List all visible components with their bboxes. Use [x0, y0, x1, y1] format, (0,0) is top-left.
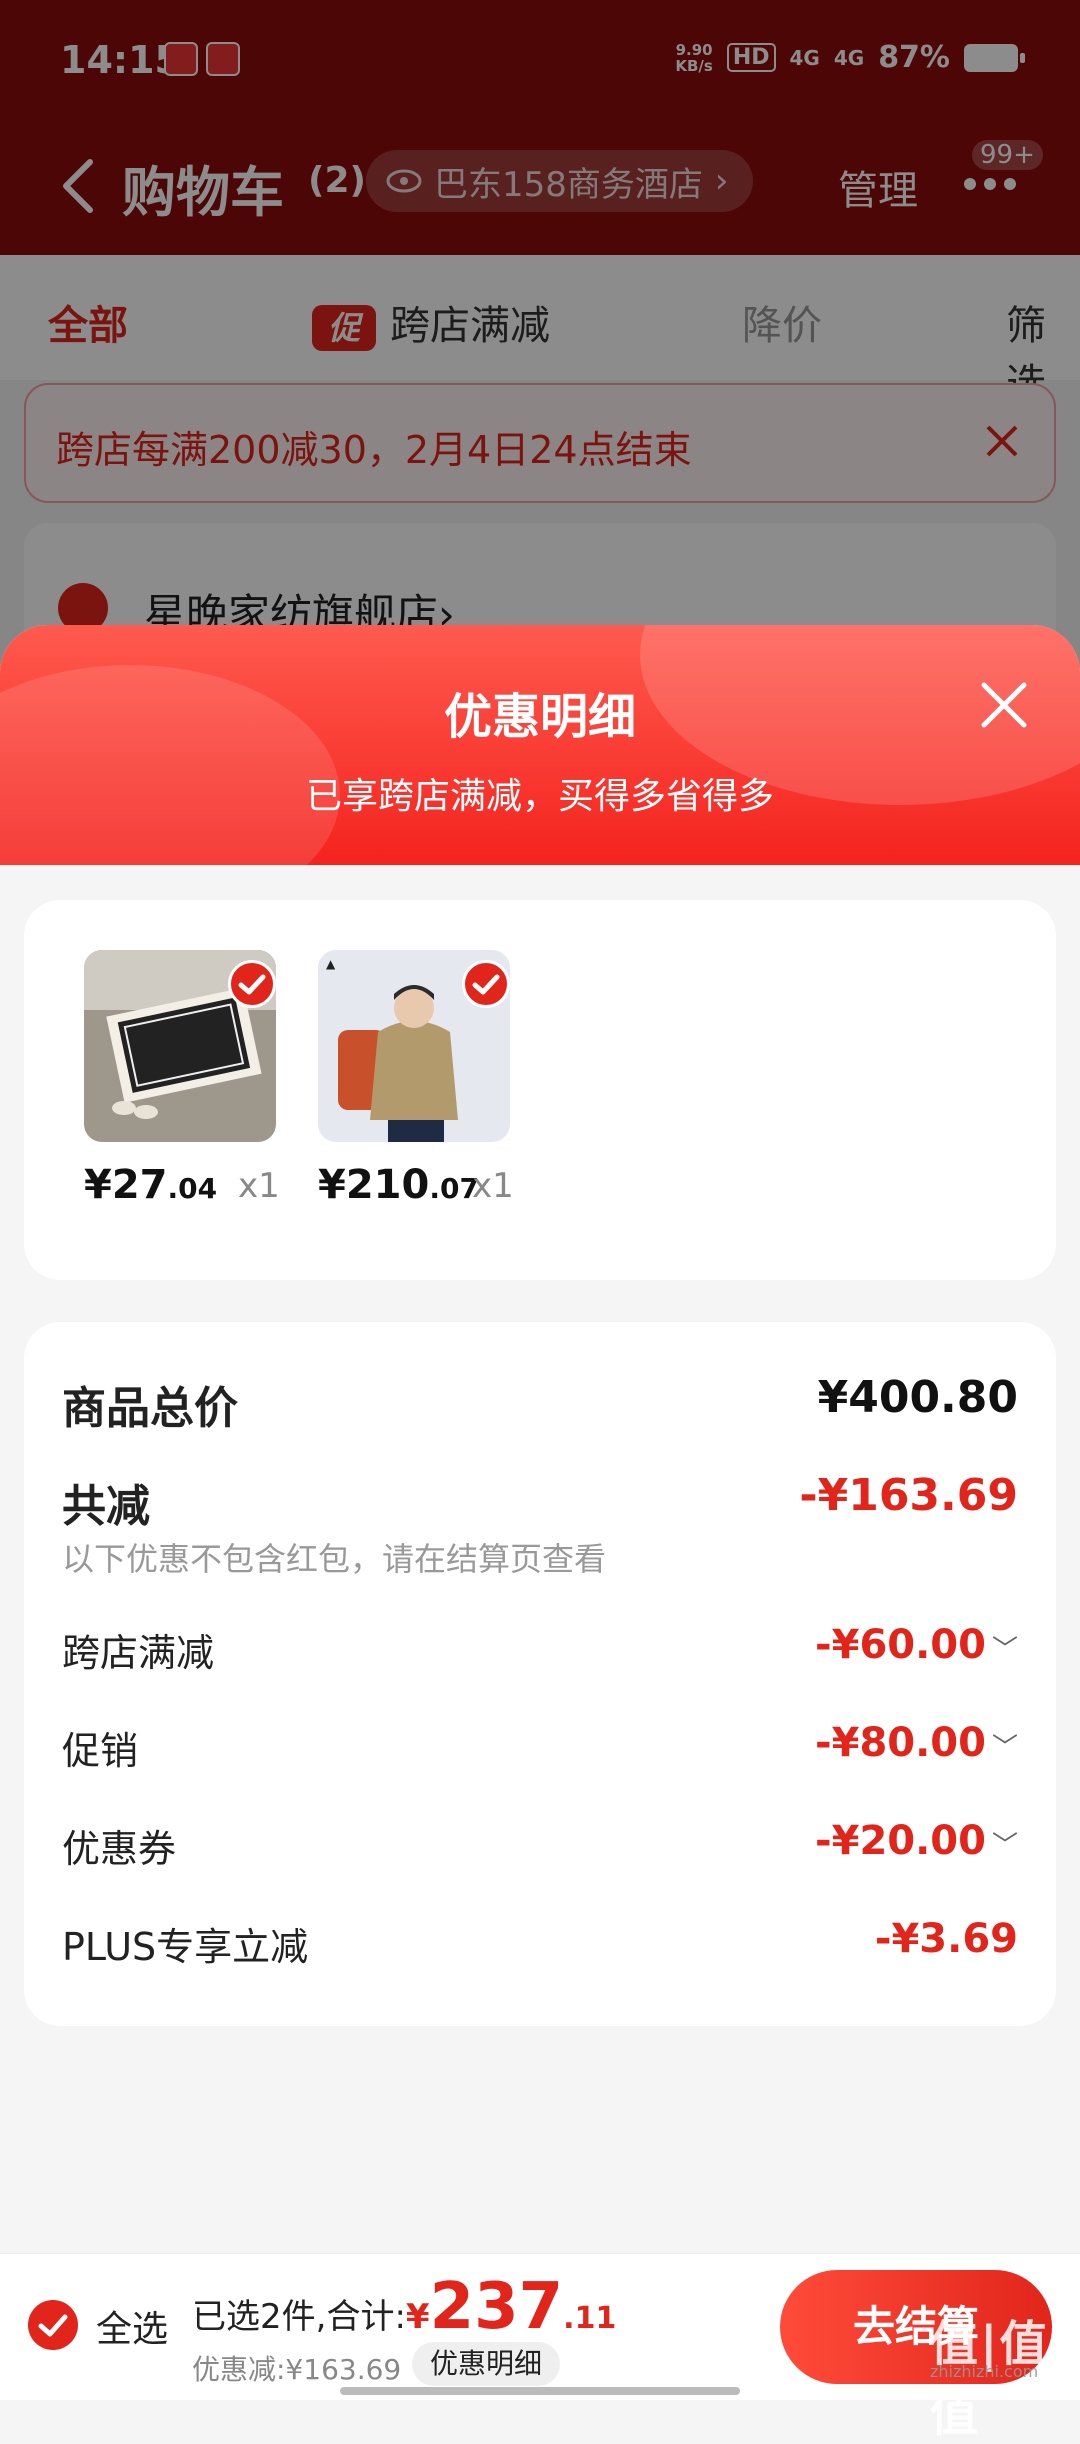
item-checkbox[interactable] — [228, 960, 276, 1008]
item-price: ¥210.07 — [318, 1162, 479, 1208]
chevron-down-icon: ﹀ — [991, 1831, 1018, 1861]
price-detail-card: 商品总价 ¥400.80 共减 -¥163.69 以下优惠不包含红包，请在结算页… — [24, 1322, 1056, 2026]
item-quantity: x1 — [238, 1166, 280, 1206]
discount-row-value: -¥3.69 — [874, 1916, 1018, 1962]
total-price-label: 商品总价 — [62, 1383, 238, 1434]
grand-total: ¥237.11 — [405, 2270, 617, 2344]
discount-row-label: 优惠券 — [62, 1827, 177, 1871]
check-icon — [472, 974, 500, 995]
reduction-note: 以下优惠不包含红包，请在结算页查看 — [62, 1540, 607, 1578]
goods-card: ¥27.04 x1 ▲ ¥210.07 x1 — [24, 900, 1056, 1280]
total-reduction-value: -¥163.69 — [799, 1470, 1018, 1521]
check-icon — [38, 2314, 68, 2337]
discount-detail-sheet: 优惠明细 已享跨店满减，买得多省得多 ¥27.04 x1 ▲ ¥210.07 x… — [0, 625, 1080, 2400]
check-icon — [238, 974, 266, 995]
chevron-down-icon: ﹀ — [991, 1635, 1018, 1665]
select-all-label[interactable]: 全选 — [96, 2300, 168, 2352]
sheet-header: 优惠明细 已享跨店满减，买得多省得多 — [0, 625, 1080, 865]
discount-summary: 优惠减:¥163.69 — [192, 2353, 402, 2386]
discount-row-label: PLUS专享立减 — [62, 1925, 309, 1969]
item-price: ¥27.04 — [84, 1162, 218, 1208]
total-price-value: ¥400.80 — [817, 1372, 1018, 1423]
total-reduction-label: 共减 — [62, 1481, 150, 1532]
home-indicator[interactable] — [340, 2387, 740, 2395]
discount-detail-button[interactable]: 优惠明细 — [412, 2342, 561, 2386]
item-quantity: x1 — [472, 1166, 514, 1206]
discount-row-value[interactable]: -¥60.00 ﹀ — [815, 1622, 1018, 1668]
close-icon[interactable] — [976, 677, 1032, 733]
selected-summary: 已选2件,合计:¥237.11 — [192, 2270, 617, 2344]
discount-row-label: 跨店满减 — [62, 1631, 215, 1675]
item-checkbox[interactable] — [462, 960, 510, 1008]
sheet-title: 优惠明细 — [443, 689, 636, 745]
select-all-checkbox[interactable] — [28, 2300, 78, 2350]
checkout-bar: 全选 已选2件,合计:¥237.11 优惠减:¥163.69 优惠明细 去结算 … — [0, 2253, 1080, 2442]
sheet-subtitle: 已享跨店满减，买得多省得多 — [305, 776, 774, 817]
discount-row-label: 促销 — [62, 1729, 139, 1773]
discount-row-value[interactable]: -¥20.00 ﹀ — [815, 1818, 1018, 1864]
svg-text:▲: ▲ — [326, 957, 336, 971]
site-watermark-url: zhizhizhi.com — [930, 2362, 1039, 2381]
chevron-down-icon: ﹀ — [991, 1733, 1018, 1763]
discount-row-value[interactable]: -¥80.00 ﹀ — [815, 1720, 1018, 1766]
